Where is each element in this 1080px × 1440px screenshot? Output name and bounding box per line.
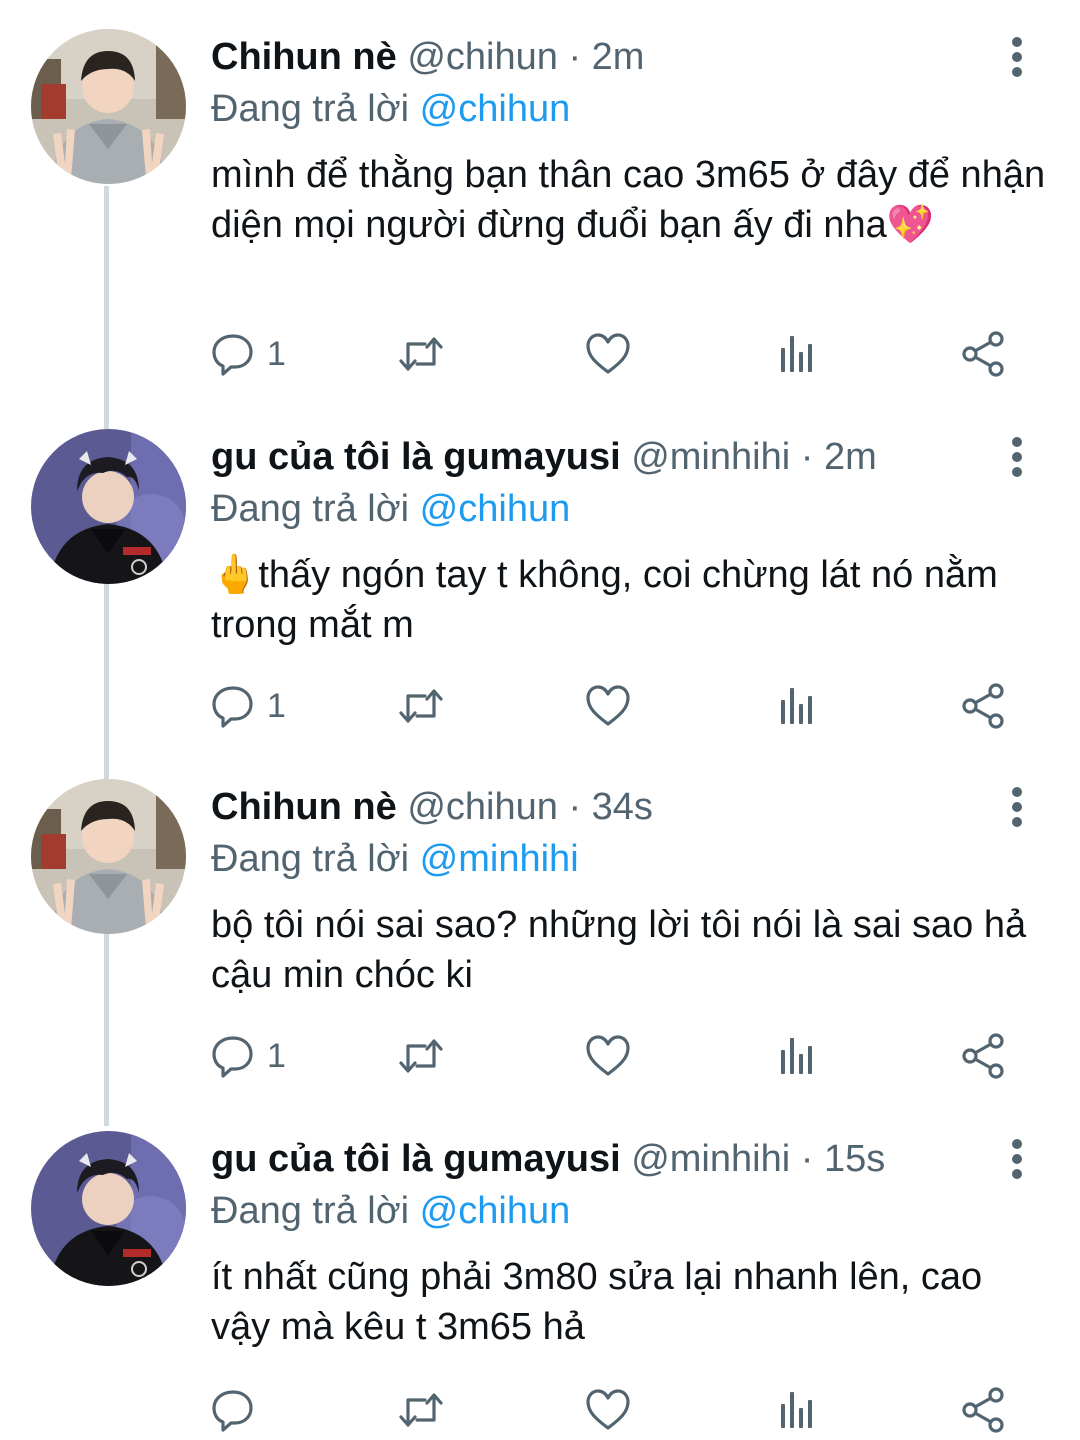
- reply-count: 1: [267, 334, 286, 373]
- tweet-text-content: thấy ngón tay t không, coi chừng lát nó …: [211, 554, 998, 646]
- tweet-text: 🖕thấy ngón tay t không, coi chừng lát nó…: [211, 550, 1051, 650]
- tweet-text-content: bộ tôi nói sai sao? những lời tôi nói là…: [211, 904, 1027, 996]
- timestamp[interactable]: · 34s: [568, 786, 652, 828]
- retweet-icon: [399, 337, 443, 371]
- views-icon: [781, 1038, 812, 1074]
- like-button[interactable]: [586, 1028, 630, 1084]
- user-handle[interactable]: @minhihi: [631, 1138, 790, 1180]
- replying-to-mention[interactable]: @chihun: [420, 1190, 571, 1232]
- avatar[interactable]: [31, 29, 186, 184]
- replying-to-mention[interactable]: @chihun: [420, 88, 571, 130]
- share-button[interactable]: [961, 678, 1005, 734]
- reply-icon: [212, 334, 253, 376]
- replying-to-line: Đang trả lời @chihun: [211, 86, 570, 132]
- display-name[interactable]: gu của tôi là gumayusi: [211, 1138, 621, 1180]
- reply-icon: [212, 1036, 253, 1078]
- views-button[interactable]: [777, 1028, 817, 1084]
- replying-to-label: Đang trả lời: [211, 88, 410, 130]
- retweet-button[interactable]: [397, 1382, 445, 1438]
- display-name[interactable]: Chihun nè: [211, 36, 397, 78]
- views-icon: [781, 688, 812, 724]
- retweet-button[interactable]: [397, 326, 445, 382]
- replying-to-label: Đang trả lời: [211, 488, 410, 530]
- replying-to-label: Đang trả lời: [211, 838, 410, 880]
- share-button[interactable]: [961, 326, 1005, 382]
- reply-count: 1: [267, 1036, 286, 1075]
- reply-button[interactable]: 1: [211, 678, 286, 734]
- timestamp[interactable]: · 2m: [801, 436, 877, 478]
- like-icon: [586, 333, 630, 374]
- action-bar: [211, 1382, 1031, 1438]
- share-icon: [962, 683, 1004, 729]
- timestamp[interactable]: · 15s: [801, 1138, 885, 1180]
- tweet-text: mình để thằng bạn thân cao 3m65 ở đây để…: [211, 150, 1051, 250]
- action-bar: 1: [211, 326, 1031, 382]
- share-icon: [962, 1033, 1004, 1079]
- retweet-icon: [399, 1393, 443, 1427]
- like-icon: [586, 1035, 630, 1076]
- share-icon: [962, 1387, 1004, 1433]
- action-bar: 1: [211, 678, 1031, 734]
- avatar[interactable]: [31, 1131, 186, 1286]
- tweet-header: gu của tôi là gumayusi @minhihi · 2m: [211, 434, 877, 480]
- reply-count: 1: [267, 686, 286, 725]
- reply-icon: [212, 1390, 253, 1432]
- timestamp[interactable]: · 2m: [568, 36, 644, 78]
- more-icon[interactable]: [1001, 36, 1033, 78]
- display-name[interactable]: gu của tôi là gumayusi: [211, 436, 621, 478]
- replying-to-mention[interactable]: @minhihi: [420, 838, 579, 880]
- more-icon[interactable]: [1001, 1138, 1033, 1180]
- replying-to-line: Đang trả lời @chihun: [211, 1188, 570, 1234]
- tweet-header: Chihun nè @chihun · 2m: [211, 34, 644, 80]
- like-button[interactable]: [586, 678, 630, 734]
- more-icon[interactable]: [1001, 786, 1033, 828]
- like-icon: [586, 685, 630, 726]
- tweet-header: gu của tôi là gumayusi @minhihi · 15s: [211, 1136, 885, 1182]
- middle-finger-emoji: 🖕: [211, 554, 259, 596]
- avatar[interactable]: [31, 429, 186, 584]
- tweet-text: ít nhất cũng phải 3m80 sửa lại nhanh lên…: [211, 1252, 1051, 1352]
- user-handle[interactable]: @chihun: [407, 786, 558, 828]
- share-button[interactable]: [961, 1028, 1005, 1084]
- display-name[interactable]: Chihun nè: [211, 786, 397, 828]
- tweet-text: bộ tôi nói sai sao? những lời tôi nói là…: [211, 900, 1051, 1000]
- reply-button[interactable]: 1: [211, 1028, 286, 1084]
- more-icon[interactable]: [1001, 436, 1033, 478]
- reply-icon: [212, 686, 253, 728]
- retweet-icon: [399, 1039, 443, 1073]
- action-bar: 1: [211, 1028, 1031, 1084]
- reply-thread: Chihun nè @chihun · 2m Đang trả lời @chi…: [0, 0, 1080, 1440]
- like-icon: [586, 1389, 630, 1430]
- views-icon: [781, 336, 812, 372]
- like-button[interactable]: [586, 326, 630, 382]
- reply-button[interactable]: [211, 1382, 267, 1438]
- views-button[interactable]: [777, 326, 817, 382]
- views-icon: [781, 1392, 812, 1428]
- retweet-button[interactable]: [397, 678, 445, 734]
- replying-to-label: Đang trả lời: [211, 1190, 410, 1232]
- tweet-header: Chihun nè @chihun · 34s: [211, 784, 653, 830]
- tweet-text-content: ít nhất cũng phải 3m80 sửa lại nhanh lên…: [211, 1256, 983, 1348]
- sparkling-heart-emoji: 💖: [886, 204, 935, 246]
- retweet-icon: [399, 689, 443, 723]
- avatar[interactable]: [31, 779, 186, 934]
- share-icon: [962, 331, 1004, 377]
- replying-to-mention[interactable]: @chihun: [420, 488, 571, 530]
- reply-button[interactable]: 1: [211, 326, 286, 382]
- retweet-button[interactable]: [397, 1028, 445, 1084]
- share-button[interactable]: [961, 1382, 1005, 1438]
- replying-to-line: Đang trả lời @minhihi: [211, 836, 579, 882]
- like-button[interactable]: [586, 1382, 630, 1438]
- views-button[interactable]: [777, 1382, 817, 1438]
- user-handle[interactable]: @minhihi: [631, 436, 790, 478]
- views-button[interactable]: [777, 678, 817, 734]
- thread-connector-line: [104, 186, 109, 1126]
- user-handle[interactable]: @chihun: [407, 36, 558, 78]
- replying-to-line: Đang trả lời @chihun: [211, 486, 570, 532]
